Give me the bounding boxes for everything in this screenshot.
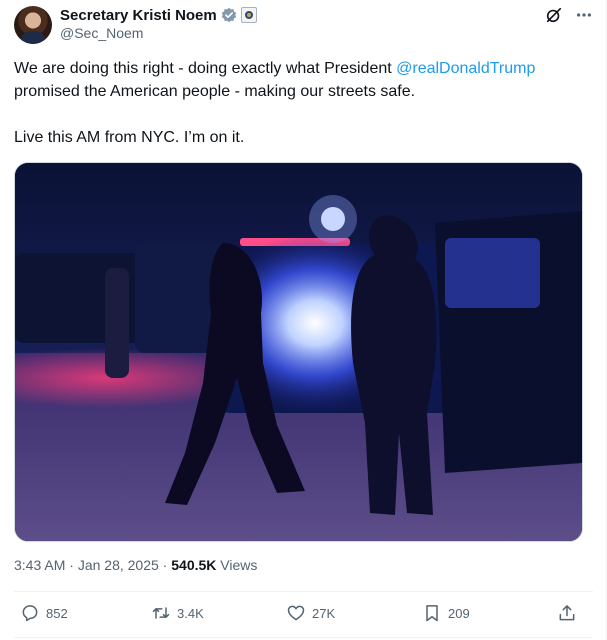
tweet-meta: 3:43 AM · Jan 28, 2025 · 540.5K Views — [14, 557, 257, 573]
reply-icon — [22, 605, 38, 622]
tweet: Secretary Kristi Noem @Sec_Noem We are d… — [0, 0, 607, 640]
meta-separator: · — [158, 557, 172, 573]
action-bar: 852 3.4K 27K 209 — [14, 603, 587, 627]
share-icon — [559, 605, 575, 621]
divider — [14, 637, 593, 638]
photo-scene — [15, 163, 582, 541]
more-icon[interactable] — [575, 6, 593, 24]
divider — [14, 591, 593, 592]
tweet-text-part: We are doing this right - doing exactly … — [14, 60, 397, 77]
author-handle[interactable]: @Sec_Noem — [60, 25, 143, 41]
bookmark-count: 209 — [448, 605, 470, 621]
repost-count: 3.4K — [177, 605, 204, 621]
views-label: Views — [216, 557, 258, 573]
tweet-photo[interactable] — [14, 162, 583, 542]
author-name[interactable]: Secretary Kristi Noem — [60, 7, 217, 24]
avatar[interactable] — [14, 6, 52, 44]
meta-separator: · — [65, 557, 78, 573]
tweet-date[interactable]: Jan 28, 2025 — [78, 557, 159, 573]
tweet-text: We are doing this right - doing exactly … — [14, 57, 586, 149]
share-button[interactable] — [557, 603, 577, 623]
tweet-header: Secretary Kristi Noem @Sec_Noem — [14, 6, 593, 46]
like-button[interactable]: 27K — [286, 603, 335, 623]
government-seal-icon[interactable] — [240, 7, 257, 23]
repost-icon — [152, 607, 170, 619]
name-row: Secretary Kristi Noem — [60, 6, 257, 24]
like-count: 27K — [312, 605, 336, 621]
mention-link[interactable]: @realDonaldTrump — [396, 60, 535, 77]
reply-button[interactable]: 852 — [20, 603, 68, 623]
repost-button[interactable]: 3.4K — [151, 603, 204, 623]
bookmark-icon — [426, 605, 438, 622]
reply-count: 852 — [46, 605, 68, 621]
bookmark-button[interactable]: 209 — [422, 603, 470, 623]
tweet-time[interactable]: 3:43 AM — [14, 557, 65, 573]
grok-icon[interactable] — [545, 6, 563, 24]
tweet-line-1: We are doing this right - doing exactly … — [14, 57, 586, 103]
tweet-line-2: Live this AM from NYC. I’m on it. — [14, 129, 245, 146]
header-actions — [545, 6, 593, 24]
verified-badge-icon[interactable] — [221, 7, 237, 23]
views-count[interactable]: 540.5K — [171, 557, 216, 573]
tweet-text-part: promised the American people - making ou… — [14, 83, 416, 100]
heart-icon — [287, 605, 305, 621]
